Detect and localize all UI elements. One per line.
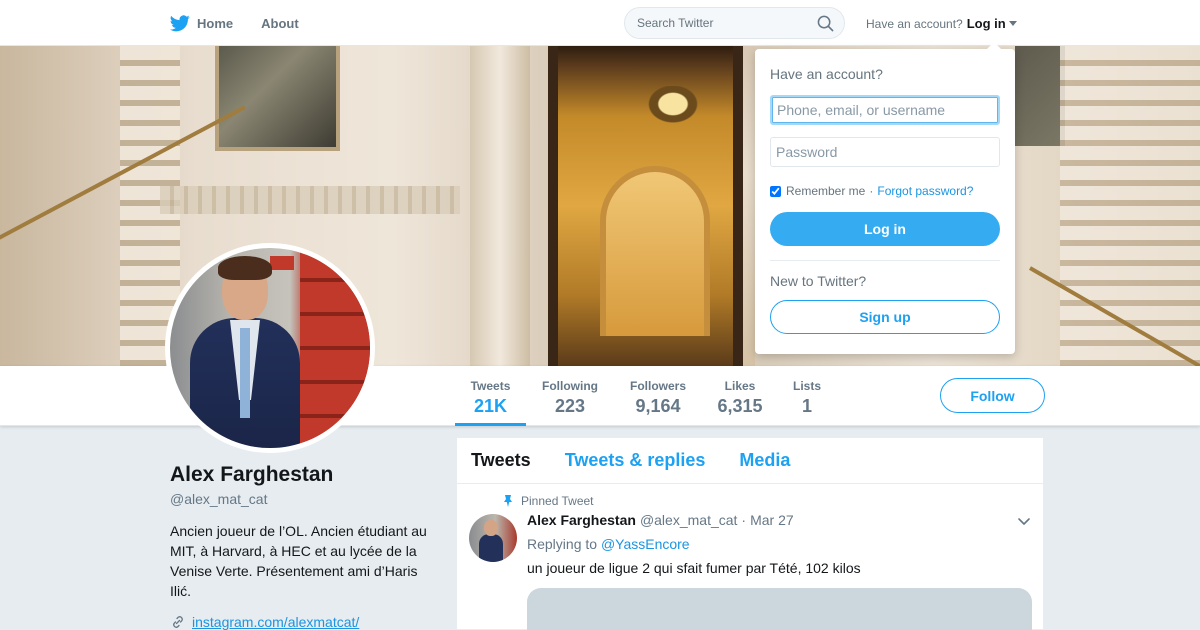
stat-following-label: Following	[542, 379, 598, 393]
tweet-avatar[interactable]	[469, 514, 517, 562]
signup-button[interactable]: Sign up	[770, 300, 1000, 334]
chevron-down-icon[interactable]	[1008, 21, 1017, 26]
stat-followers-value: 9,164	[635, 396, 681, 416]
stat-lists-value: 1	[801, 396, 812, 416]
login-dropdown-title: Have an account?	[770, 66, 883, 82]
nav-home[interactable]: Home	[170, 14, 234, 32]
account-menu[interactable]: Have an account? Log in	[866, 16, 1017, 31]
search-input[interactable]	[637, 16, 807, 30]
chevron-down-icon[interactable]	[1017, 514, 1031, 528]
pinned-text: Pinned Tweet	[521, 494, 594, 508]
tweet-replying: Replying to @YassEncore	[527, 536, 690, 552]
tweet-text: un joueur de ligue 2 qui sfait fumer par…	[527, 560, 861, 576]
profile-name[interactable]: Alex Farghestan	[170, 463, 333, 487]
follow-button[interactable]: Follow	[940, 378, 1045, 413]
tweet-author[interactable]: Alex Farghestan	[527, 512, 636, 528]
top-nav: Home About Have an account? Log in	[0, 0, 1200, 46]
stat-tweets-value: 21K	[473, 396, 508, 416]
stat-lists[interactable]: Lists 1	[787, 366, 827, 426]
search-icon[interactable]	[817, 15, 834, 32]
forgot-password-link[interactable]: Forgot password?	[877, 184, 973, 198]
remember-separator: ·	[869, 184, 874, 198]
link-icon	[173, 616, 183, 628]
login-button[interactable]: Log in	[770, 212, 1000, 246]
tab-media[interactable]: Media	[739, 450, 790, 471]
stat-following[interactable]: Following 223	[536, 366, 604, 426]
tweet-handle[interactable]: @alex_mat_cat	[640, 512, 737, 528]
tab-tweets-replies[interactable]: Tweets & replies	[565, 450, 706, 471]
stat-following-value: 223	[554, 396, 586, 416]
remember-row: Remember me · Forgot password?	[770, 184, 973, 198]
login-link[interactable]: Log in	[967, 16, 1006, 31]
pinned-label: Pinned Tweet	[503, 494, 594, 508]
profile-avatar[interactable]	[165, 243, 375, 453]
stat-followers[interactable]: Followers 9,164	[623, 366, 693, 426]
search-box[interactable]	[624, 7, 845, 39]
twitter-bird-icon	[170, 14, 190, 31]
stat-tweets-label: Tweets	[470, 379, 511, 393]
stat-likes-label: Likes	[724, 379, 756, 393]
stat-lists-label: Lists	[792, 379, 821, 393]
nav-about-label: About	[261, 15, 299, 31]
tweet-date[interactable]: Mar 27	[750, 512, 794, 528]
account-prompt: Have an account?	[866, 16, 963, 31]
nav-left: Home About	[170, 0, 327, 46]
profile-handle[interactable]: @alex_mat_cat	[170, 491, 267, 507]
stat-tweets[interactable]: Tweets 21K	[455, 366, 526, 426]
tweet-header: Alex Farghestan @alex_mat_cat · Mar 27	[527, 512, 794, 528]
stat-likes[interactable]: Likes 6,315	[710, 366, 770, 426]
tweet-media[interactable]	[527, 588, 1032, 630]
profile-bio: Ancien joueur de l’OL. Ancien étudiant a…	[170, 523, 427, 599]
tab-tweets[interactable]: Tweets	[471, 450, 531, 471]
profile-website: instagram.com/alexmatcat/	[170, 614, 359, 630]
nav-home-label: Home	[197, 15, 234, 31]
dropdown-divider	[770, 260, 1000, 261]
profile-website-link[interactable]: instagram.com/alexmatcat/	[192, 614, 359, 630]
tweet-separator: ·	[741, 512, 747, 528]
password-field[interactable]	[770, 137, 1000, 167]
stat-followers-label: Followers	[629, 379, 686, 393]
login-dropdown: Have an account? Remember me · Forgot pa…	[755, 42, 1015, 354]
pin-icon	[504, 495, 512, 507]
timeline-tabs: Tweets Tweets & replies Media	[457, 438, 1043, 484]
timeline: Tweets Tweets & replies Media Pinned Twe…	[456, 437, 1044, 630]
remember-checkbox[interactable]	[770, 185, 781, 197]
replying-prefix: Replying to	[527, 536, 598, 552]
nav-about[interactable]: About	[261, 16, 299, 31]
replying-to-link[interactable]: @YassEncore	[601, 536, 690, 552]
username-field[interactable]	[770, 95, 1000, 125]
stat-likes-value: 6,315	[717, 396, 763, 416]
remember-label[interactable]: Remember me	[786, 184, 865, 198]
pinned-tweet[interactable]: Pinned Tweet Alex Farghestan @alex_mat_c…	[457, 484, 1043, 630]
new-to-twitter: New to Twitter?	[770, 273, 867, 289]
